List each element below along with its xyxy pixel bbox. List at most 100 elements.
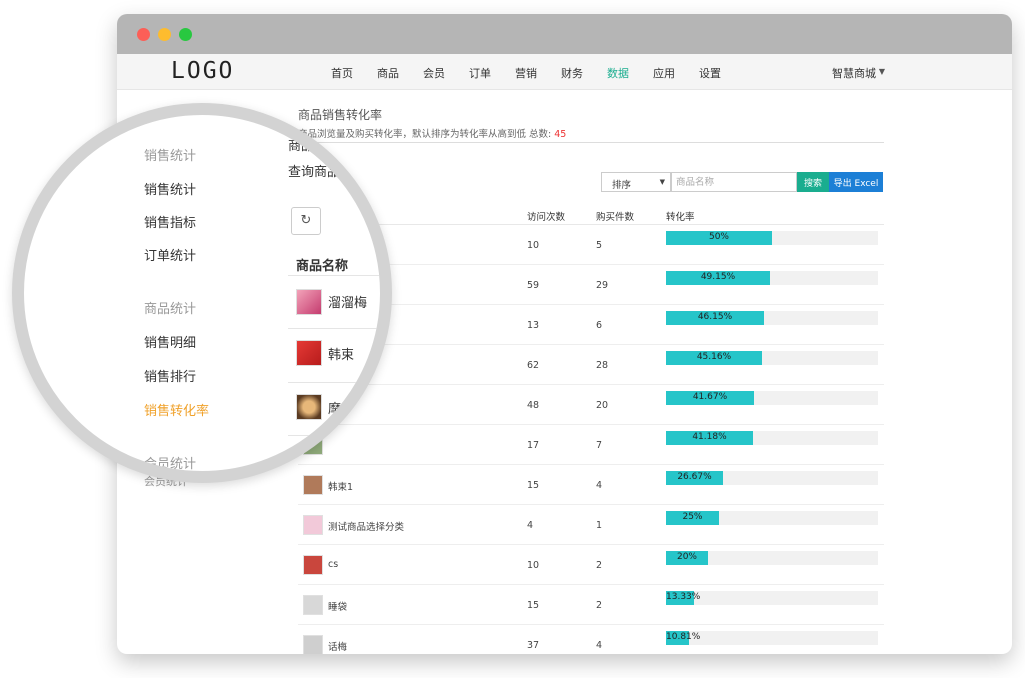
conversion-rate-label: 25% bbox=[682, 512, 703, 522]
column-header-visits: 访问次数 bbox=[527, 212, 566, 223]
store-switcher[interactable]: 智慧商城 bbox=[832, 65, 876, 81]
nav-item-finance[interactable]: 财务 bbox=[561, 65, 583, 81]
product-thumbnail bbox=[303, 635, 323, 654]
maximize-window-button[interactable] bbox=[179, 28, 192, 41]
table-row[interactable]: 48 20 41.67% bbox=[298, 385, 884, 425]
conversion-bar: 26.67% bbox=[666, 471, 878, 485]
visit-count: 10 bbox=[527, 560, 540, 571]
minimize-window-button[interactable] bbox=[158, 28, 171, 41]
nav-item-apps[interactable]: 应用 bbox=[653, 65, 675, 81]
sidebar-item-conversion-rate[interactable]: 销售转化率 bbox=[144, 400, 209, 419]
top-navigation: LOGO 首页 商品 会员 订单 营销 财务 数据 应用 设置 智慧商城 ▼ bbox=[117, 54, 1012, 90]
caret-down-icon: ▼ bbox=[659, 178, 665, 186]
visit-count: 37 bbox=[527, 640, 540, 651]
conversion-rate-label: 46.15% bbox=[697, 312, 733, 322]
conversion-bar: 13.33% bbox=[666, 591, 878, 605]
close-window-button[interactable] bbox=[137, 28, 150, 41]
divider bbox=[298, 142, 884, 143]
visit-count: 13 bbox=[527, 320, 540, 331]
nav-item-data[interactable]: 数据 bbox=[607, 65, 629, 81]
purchase-count: 6 bbox=[596, 320, 603, 331]
visit-count: 17 bbox=[527, 440, 540, 451]
sidebar-item-sales-indicators[interactable]: 销售指标 bbox=[144, 212, 196, 231]
product-name: 测试商品选择分类 bbox=[328, 522, 405, 533]
conversion-bar: 45.16% bbox=[666, 351, 878, 365]
sidebar-section-goods: 商品统计 bbox=[144, 302, 197, 317]
search-button[interactable]: 搜索 bbox=[797, 172, 829, 192]
table-row[interactable]: 韩束1 15 4 26.67% bbox=[298, 465, 884, 505]
conversion-bar: 25% bbox=[666, 511, 878, 525]
conversion-rate-label: 10.81% bbox=[666, 632, 701, 642]
logo: LOGO bbox=[171, 58, 235, 84]
conversion-rate-label: 49.15% bbox=[700, 272, 736, 282]
conversion-bar: 10.81% bbox=[666, 631, 878, 645]
refresh-icon[interactable]: ↻ bbox=[291, 207, 321, 235]
purchase-count: 4 bbox=[596, 480, 603, 491]
table-row[interactable]: 17 7 41.18% bbox=[298, 425, 884, 465]
visit-count: 10 bbox=[527, 240, 540, 251]
visit-count: 15 bbox=[527, 480, 540, 491]
visit-count: 15 bbox=[527, 600, 540, 611]
sidebar-item-sales-stats[interactable]: 销售统计 bbox=[144, 179, 196, 198]
divider bbox=[288, 435, 380, 436]
column-header-rate: 转化率 bbox=[666, 212, 695, 223]
product-thumbnail bbox=[296, 289, 322, 315]
column-header-name: 商品名称 bbox=[296, 259, 349, 274]
nav-item-marketing[interactable]: 营销 bbox=[515, 65, 537, 81]
visit-count: 4 bbox=[527, 520, 534, 531]
table-row[interactable]: 话梅 37 4 10.81% bbox=[298, 625, 884, 654]
product-name: cs bbox=[328, 559, 339, 570]
caret-down-icon[interactable]: ▼ bbox=[879, 67, 885, 76]
visit-count: 48 bbox=[527, 400, 540, 411]
purchase-count: 29 bbox=[596, 280, 609, 291]
product-thumbnail bbox=[303, 595, 323, 615]
conversion-rate-label: 45.16% bbox=[696, 352, 732, 362]
purchase-count: 1 bbox=[596, 520, 603, 531]
conversion-bar: 46.15% bbox=[666, 311, 878, 325]
title-fragment: 商品 bbox=[288, 139, 315, 154]
export-excel-button[interactable]: 导出 Excel bbox=[829, 172, 883, 192]
product-name: 溜溜梅 bbox=[328, 296, 368, 311]
nav-item-orders[interactable]: 订单 bbox=[469, 65, 491, 81]
product-thumbnail bbox=[303, 475, 323, 495]
product-thumbnail bbox=[296, 340, 322, 366]
nav-item-goods[interactable]: 商品 bbox=[377, 65, 399, 81]
visit-count: 59 bbox=[527, 280, 540, 291]
purchase-count: 20 bbox=[596, 400, 609, 411]
page-description: 商品浏览量及购买转化率，默认排序为转化率从高到低 总数: 45 bbox=[298, 126, 566, 140]
purchase-count: 7 bbox=[596, 440, 603, 451]
table-row[interactable]: 62 28 45.16% bbox=[298, 345, 884, 385]
visit-count: 62 bbox=[527, 360, 540, 371]
divider bbox=[288, 275, 380, 276]
query-fragment: 查询商品 bbox=[288, 165, 341, 180]
table-row[interactable]: 睡袋 15 2 13.33% bbox=[298, 585, 884, 625]
sidebar-item-sales-detail[interactable]: 销售明细 bbox=[144, 332, 196, 351]
nav-item-members[interactable]: 会员 bbox=[423, 65, 445, 81]
conversion-bar: 41.67% bbox=[666, 391, 878, 405]
purchase-count: 28 bbox=[596, 360, 609, 371]
sidebar-section-members-mag: 会员统计 bbox=[144, 457, 197, 472]
conversion-rate-label: 20% bbox=[676, 552, 697, 562]
conversion-rate-label: 41.67% bbox=[692, 392, 728, 402]
window-titlebar bbox=[117, 14, 1012, 54]
table-row[interactable]: 测试商品选择分类 4 1 25% bbox=[298, 505, 884, 545]
table-row[interactable]: cs 10 2 20% bbox=[298, 545, 884, 585]
product-thumbnail bbox=[303, 555, 323, 575]
product-thumbnail bbox=[303, 515, 323, 535]
total-count: 45 bbox=[554, 129, 567, 140]
conversion-bar: 41.18% bbox=[666, 431, 878, 445]
conversion-bar: 49.15% bbox=[666, 271, 878, 285]
product-name: 睡袋 bbox=[328, 602, 348, 613]
sidebar-item-order-stats[interactable]: 订单统计 bbox=[144, 245, 196, 264]
product-name-input[interactable] bbox=[671, 172, 797, 192]
conversion-rate-label: 13.33% bbox=[666, 592, 701, 602]
nav-item-home[interactable]: 首页 bbox=[331, 65, 353, 81]
sort-select[interactable]: 排序 ▼ bbox=[601, 172, 671, 192]
sidebar-item-sales-ranking[interactable]: 销售排行 bbox=[144, 366, 196, 385]
product-thumbnail bbox=[296, 394, 322, 420]
product-name: 韩束 bbox=[328, 348, 355, 363]
magnifier-lens: 销售统计 销售统计 销售指标 订单统计 商品统计 销售明细 销售排行 销售转化率… bbox=[12, 103, 392, 483]
purchase-count: 2 bbox=[596, 600, 603, 611]
nav-item-settings[interactable]: 设置 bbox=[699, 65, 721, 81]
sidebar-section-sales: 销售统计 bbox=[144, 149, 197, 164]
